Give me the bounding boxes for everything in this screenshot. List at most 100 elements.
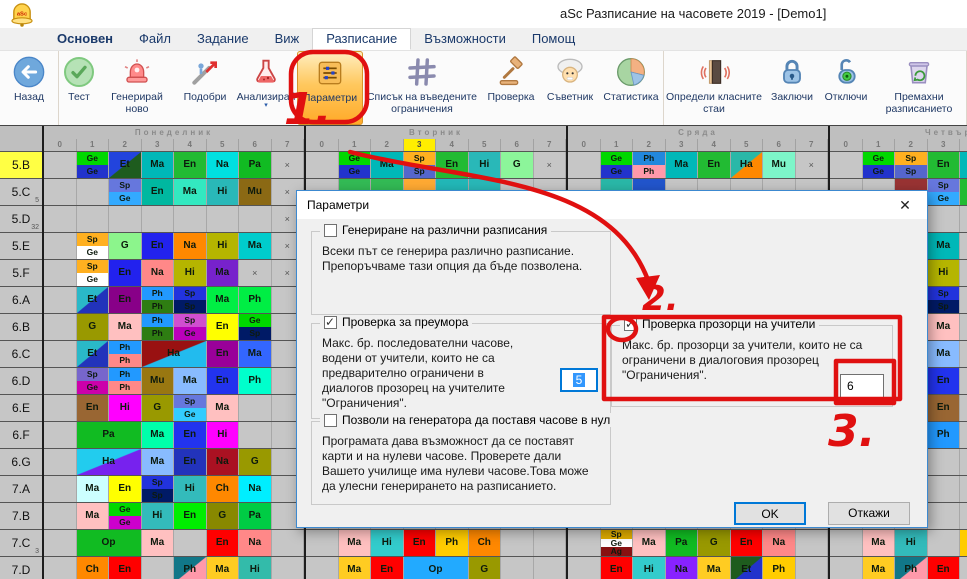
lesson-cell[interactable]: SpGe — [77, 260, 110, 286]
lesson-cell[interactable]: PhPh — [109, 341, 142, 367]
lesson-cell[interactable]: Ch — [469, 530, 502, 556]
checkbox-overwork-check[interactable] — [324, 316, 337, 329]
lesson-cell[interactable] — [109, 206, 142, 232]
lesson-cell[interactable]: Ph — [763, 557, 796, 579]
lesson-cell[interactable] — [501, 530, 534, 556]
lesson-cell[interactable] — [796, 557, 829, 579]
lesson-cell[interactable] — [928, 449, 961, 475]
lesson-cell[interactable]: En — [109, 260, 142, 286]
lesson-cell[interactable] — [142, 557, 175, 579]
lesson-cell[interactable] — [174, 530, 207, 556]
lesson-cell[interactable]: En — [928, 395, 961, 421]
lesson-cell[interactable]: PhPh — [142, 287, 175, 313]
class-label[interactable]: 7.B — [0, 503, 42, 530]
check-button[interactable]: Проверка — [481, 51, 541, 125]
lesson-cell[interactable]: SpGeAg — [601, 530, 634, 556]
lesson-cell[interactable]: En — [109, 476, 142, 502]
class-label[interactable]: 5.D32 — [0, 206, 42, 233]
class-label[interactable]: 6.F — [0, 422, 42, 449]
lesson-cell[interactable]: Ph — [928, 422, 961, 448]
lesson-cell[interactable]: Na — [666, 557, 699, 579]
lesson-cell[interactable]: Ma — [339, 557, 372, 579]
lesson-cell[interactable]: Hi — [895, 530, 928, 556]
lesson-cell[interactable]: SpGe — [77, 233, 110, 259]
lesson-cell[interactable]: Pa — [239, 152, 272, 178]
lesson-cell[interactable] — [77, 179, 110, 205]
lesson-cell[interactable] — [534, 557, 567, 579]
generate-new-button[interactable]: Генерирай ново — [99, 51, 175, 125]
lesson-cell[interactable]: G — [239, 449, 272, 475]
lesson-cell[interactable]: SpSp — [174, 287, 207, 313]
lesson-cell[interactable] — [928, 476, 961, 502]
lesson-cell[interactable] — [44, 476, 77, 502]
lesson-cell[interactable]: G — [469, 557, 502, 579]
statistics-button[interactable]: Статистика — [599, 51, 663, 125]
lesson-cell[interactable] — [44, 260, 77, 286]
lesson-cell[interactable]: Ma — [666, 152, 699, 178]
lesson-cell[interactable] — [207, 206, 240, 232]
checkbox-zero-periods[interactable] — [324, 414, 337, 427]
dropdown-arrow-icon[interactable]: ▾ — [264, 103, 268, 108]
lesson-cell[interactable]: Ma — [174, 179, 207, 205]
lesson-cell[interactable]: × — [239, 260, 272, 286]
class-label[interactable]: 5.B — [0, 152, 42, 179]
lesson-cell[interactable]: Na — [207, 152, 240, 178]
menu-tab-Задание[interactable]: Задание — [184, 28, 262, 50]
lesson-cell[interactable]: PhPh — [142, 314, 175, 340]
lesson-cell[interactable] — [44, 395, 77, 421]
lesson-cell[interactable]: Ma — [633, 530, 666, 556]
class-label[interactable]: 6.A — [0, 287, 42, 314]
lesson-cell[interactable] — [272, 530, 305, 556]
lesson-cell[interactable]: GeGe — [601, 152, 634, 178]
class-label[interactable]: 5.F — [0, 260, 42, 287]
lesson-cell[interactable] — [960, 341, 967, 367]
lesson-cell[interactable] — [44, 287, 77, 313]
lesson-cell[interactable]: En — [142, 179, 175, 205]
lesson-cell[interactable]: SpGe — [174, 314, 207, 340]
lesson-cell[interactable] — [960, 476, 967, 502]
lesson-cell[interactable]: Mu — [142, 368, 175, 394]
lesson-cell[interactable] — [239, 422, 272, 448]
back-button[interactable]: Назад — [0, 51, 58, 125]
lesson-cell[interactable]: Na — [239, 530, 272, 556]
lesson-cell[interactable]: En — [174, 152, 207, 178]
lesson-cell[interactable]: Ma — [698, 557, 731, 579]
lesson-cell[interactable]: Ma — [77, 503, 110, 529]
lesson-cell[interactable]: En — [207, 368, 240, 394]
lesson-cell[interactable]: Ha — [77, 449, 142, 475]
lesson-cell[interactable]: SpSp — [142, 476, 175, 502]
lesson-cell[interactable]: SpGe — [77, 368, 110, 394]
lesson-cell[interactable] — [568, 530, 601, 556]
lesson-cell[interactable]: Hi — [371, 530, 404, 556]
class-label[interactable]: 5.E — [0, 233, 42, 260]
lesson-cell[interactable]: SpGe — [109, 179, 142, 205]
lesson-cell[interactable] — [534, 530, 567, 556]
lesson-cell[interactable]: Pa — [666, 530, 699, 556]
lesson-cell[interactable]: En — [698, 152, 731, 178]
lesson-cell[interactable] — [928, 206, 961, 232]
analyze-button[interactable]: Анализирай▾ — [235, 51, 297, 125]
lesson-cell[interactable]: Na — [174, 233, 207, 259]
lesson-cell[interactable]: Hi — [142, 503, 175, 529]
menu-tab-Помощ[interactable]: Помощ — [519, 28, 588, 50]
lesson-cell[interactable]: Ma — [928, 314, 961, 340]
lesson-cell[interactable] — [44, 152, 77, 178]
lesson-cell[interactable]: Na — [142, 260, 175, 286]
lesson-cell[interactable] — [960, 233, 967, 259]
lesson-cell[interactable] — [174, 206, 207, 232]
lesson-cell[interactable]: Ch — [207, 476, 240, 502]
lesson-cell[interactable]: Ma — [371, 152, 404, 178]
lesson-cell[interactable]: En — [109, 287, 142, 313]
lesson-cell[interactable]: GeGe — [339, 152, 372, 178]
lesson-cell[interactable]: G — [77, 314, 110, 340]
improve-button[interactable]: Подобри — [175, 51, 235, 125]
lesson-cell[interactable] — [306, 530, 339, 556]
lesson-cell[interactable]: Ha — [142, 341, 207, 367]
lesson-cell[interactable]: En — [371, 557, 404, 579]
lesson-cell[interactable]: Ph — [895, 557, 928, 579]
lesson-cell[interactable]: Ma — [142, 152, 175, 178]
ok-button[interactable]: OK — [734, 502, 806, 525]
lesson-cell[interactable]: Ma — [239, 341, 272, 367]
lesson-cell[interactable] — [830, 530, 863, 556]
lesson-cell[interactable]: Ph — [239, 287, 272, 313]
